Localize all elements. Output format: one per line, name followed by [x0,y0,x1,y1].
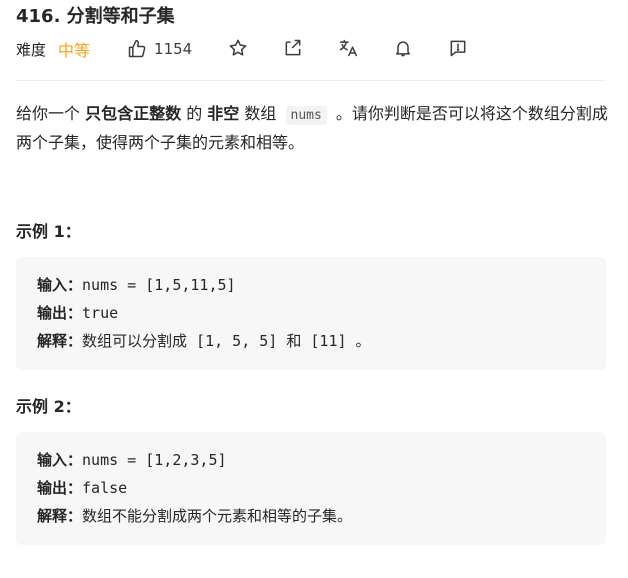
divider [16,80,606,81]
star-icon[interactable] [227,37,249,59]
problem-title: 416. 分割等和子集 [16,6,175,27]
feedback-icon[interactable] [447,37,469,59]
example-2-output: 输出：false [37,477,127,498]
like-count: 1154 [154,40,193,58]
example-1-explain: 解释：数组可以分割成 [1, 5, 5] 和 [11] 。 [37,330,371,351]
input-label: 输入： [37,451,83,469]
bell-icon[interactable] [392,37,414,59]
example-2-box: 输入：nums = [1,2,3,5] 输出：false 解释：数组不能分割成两… [16,432,606,545]
difficulty-label: 难度 [16,40,47,59]
example-2-input: 输入：nums = [1,2,3,5] [37,449,227,470]
explain-label: 解释： [37,332,83,350]
example-2-title: 示例 2： [16,397,81,416]
desc-bold-nonempty: 非空 [207,104,240,123]
thumbs-up-icon [126,38,148,60]
share-icon[interactable] [282,37,304,59]
input-label: 输入： [37,276,83,294]
output-label: 输出： [37,479,83,497]
example-1-box: 输入：nums = [1,5,11,5] 输出：true 解释：数组可以分割成 … [16,257,606,370]
explain-label: 解释： [37,507,83,525]
example-1-output: 输出：true [37,302,118,323]
output-value: true [82,304,119,322]
desc-bold-positive: 只包含正整数 [85,104,182,123]
output-value: false [82,479,128,497]
desc-text: 数组 [239,104,282,123]
desc-text: 给你一个 [16,104,86,123]
translate-icon[interactable] [337,37,359,59]
example-1-input: 输入：nums = [1,5,11,5] [37,274,236,295]
inline-code: nums [285,106,327,125]
problem-meta-bar: 难度 中等 1154 [16,36,192,62]
desc-text: 的 [181,104,208,123]
difficulty-badge: 中等 [58,41,91,60]
explain-value: 数组可以分割成 [1, 5, 5] 和 [11] 。 [82,332,371,350]
example-2-explain: 解释：数组不能分割成两个元素和相等的子集。 [37,505,352,526]
like-button[interactable]: 1154 [126,38,192,60]
example-1-title: 示例 1： [16,222,81,241]
input-value: nums = [1,2,3,5] [82,451,227,469]
problem-description: 给你一个 只包含正整数 的 非空 数组 nums 。请你判断是否可以将这个数组分… [16,100,608,156]
explain-value: 数组不能分割成两个元素和相等的子集。 [82,507,353,525]
output-label: 输出： [37,304,83,322]
input-value: nums = [1,5,11,5] [82,276,236,294]
